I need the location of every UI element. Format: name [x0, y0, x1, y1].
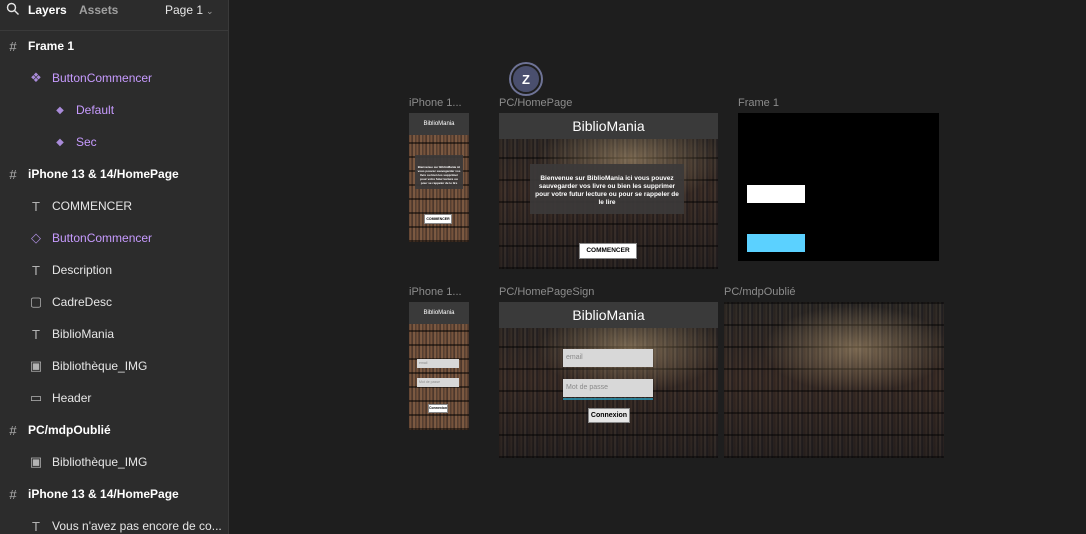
collaborator-avatar[interactable]: Z — [511, 64, 541, 94]
button-sec-variant[interactable] — [747, 234, 805, 252]
variant-icon: ◆ — [56, 136, 64, 148]
layer-row[interactable]: # PC/mdpOublié — [0, 414, 228, 446]
text-icon: T — [32, 262, 40, 278]
layer-row[interactable]: T Description — [0, 254, 228, 286]
image-icon: ▣ — [29, 454, 43, 469]
layer-label: iPhone 13 & 14/HomePage — [28, 487, 179, 501]
frame-label-pc-home[interactable]: PC/HomePage — [499, 97, 572, 109]
layer-label: ButtonCommencer — [52, 71, 153, 85]
password-field[interactable]: Mot de passe — [417, 378, 459, 387]
component-icon: ❖ — [30, 70, 42, 85]
design-canvas[interactable]: Z iPhone 1... BiblioMania Bienvenue sur … — [229, 0, 1086, 534]
layer-label: Description — [52, 263, 113, 277]
layer-row[interactable]: ▣ Bibliothèque_IMG — [0, 350, 228, 382]
frame-iphone-home[interactable]: BiblioMania Bienvenue sur BiblioMania ic… — [409, 113, 469, 242]
layer-label: Header — [52, 391, 92, 405]
layer-row[interactable]: ❖ ButtonCommencer — [0, 62, 228, 94]
layer-label: iPhone 13 & 14/HomePage — [28, 167, 179, 181]
layer-label: Frame 1 — [28, 39, 75, 53]
header: BiblioMania — [409, 302, 469, 324]
layer-row[interactable]: # Frame 1 — [0, 30, 228, 62]
header: BiblioMania — [409, 113, 469, 135]
layer-row[interactable]: T BiblioMania — [0, 318, 228, 350]
search-icon[interactable] — [6, 2, 20, 16]
frame-1[interactable] — [738, 113, 939, 261]
layer-label: Sec — [76, 135, 97, 149]
frame-pc-mdp[interactable] — [724, 302, 944, 458]
layer-row[interactable]: # iPhone 13 & 14/HomePage — [0, 478, 228, 510]
email-field[interactable]: email — [417, 359, 459, 368]
layer-label: Bibliothèque_IMG — [52, 455, 148, 469]
layer-row[interactable]: # iPhone 13 & 14/HomePage — [0, 158, 228, 190]
layers-panel: Layers Assets Page 1 ⌄ # Frame 1 ❖ ButtonCom… — [0, 0, 229, 534]
layer-label: COMMENCER — [52, 199, 132, 213]
layer-label: Vous n'avez pas encore de co... — [52, 519, 222, 533]
commencer-button[interactable]: COMMENCER — [579, 243, 637, 259]
connexion-button[interactable]: Connexion — [428, 404, 448, 413]
layer-row[interactable]: ◇ ButtonCommencer — [0, 222, 228, 254]
frame-icon: # — [9, 486, 17, 502]
layer-label: ButtonCommencer — [52, 231, 153, 245]
frame-pc-home[interactable]: BiblioMania Bienvenue sur BiblioMania ic… — [499, 113, 718, 269]
frame-icon: # — [9, 422, 17, 438]
layer-label: CadreDesc — [52, 295, 113, 309]
text-icon: T — [32, 326, 40, 342]
forgot-password-link[interactable] — [563, 398, 653, 400]
header: BiblioMania — [499, 302, 718, 328]
commencer-button[interactable]: COMMENCER — [424, 214, 452, 224]
frame-label-pc-mdp[interactable]: PC/mdpOublié — [724, 286, 796, 298]
frame-iphone-sign[interactable]: BiblioMania email Mot de passe Connexion — [409, 302, 469, 430]
header: BiblioMania — [499, 113, 718, 139]
button-default-variant[interactable] — [747, 185, 805, 203]
layer-label: PC/mdpOublié — [28, 423, 111, 437]
layer-row[interactable]: ◆ Sec — [0, 126, 228, 158]
text-icon: T — [32, 518, 40, 534]
tab-assets[interactable]: Assets — [79, 3, 118, 17]
image-icon: ▣ — [29, 358, 43, 373]
frame-icon: # — [9, 38, 17, 54]
layer-row[interactable]: T Vous n'avez pas encore de co... — [0, 510, 228, 534]
layer-row[interactable]: ▢ CadreDesc — [0, 286, 228, 318]
variant-icon: ◆ — [56, 104, 64, 116]
page-selector-label: Page 1 — [165, 3, 204, 17]
frame-icon: # — [9, 166, 17, 182]
layer-label: Bibliothèque_IMG — [52, 359, 148, 373]
layer-label: BiblioMania — [52, 327, 115, 341]
description-box: Bienvenue sur BiblioMania ici vous pouve… — [415, 155, 463, 189]
header-rect-icon: ▭ — [29, 390, 43, 405]
layer-row[interactable]: ▭ Header — [0, 382, 228, 414]
frame-label-iphone-sign[interactable]: iPhone 1... — [409, 286, 462, 298]
rectangle-icon: ▢ — [29, 294, 43, 309]
layer-row[interactable]: ▣ Bibliothèque_IMG — [0, 446, 228, 478]
frame-label-frame1[interactable]: Frame 1 — [738, 97, 779, 109]
layer-row[interactable]: T COMMENCER — [0, 190, 228, 222]
description-box: Bienvenue sur BiblioMania ici vous pouve… — [530, 164, 684, 214]
frame-label-pc-sign[interactable]: PC/HomePageSign — [499, 286, 594, 298]
panel-tabs: Layers Assets Page 1 ⌄ — [0, 0, 228, 20]
password-field[interactable]: Mot de passe — [563, 379, 653, 397]
layer-row[interactable]: ◆ Default — [0, 94, 228, 126]
instance-icon: ◇ — [31, 230, 41, 245]
text-icon: T — [32, 198, 40, 214]
chevron-down-icon: ⌄ — [206, 6, 214, 16]
frame-pc-sign[interactable]: BiblioMania email Mot de passe Connexion — [499, 302, 718, 458]
layer-label: Default — [76, 103, 115, 117]
page-selector[interactable]: Page 1 ⌄ — [165, 3, 214, 17]
connexion-button[interactable]: Connexion — [588, 408, 630, 423]
tab-layers[interactable]: Layers — [28, 3, 67, 17]
frame-label-iphone-home[interactable]: iPhone 1... — [409, 97, 462, 109]
email-field[interactable]: email — [563, 349, 653, 367]
